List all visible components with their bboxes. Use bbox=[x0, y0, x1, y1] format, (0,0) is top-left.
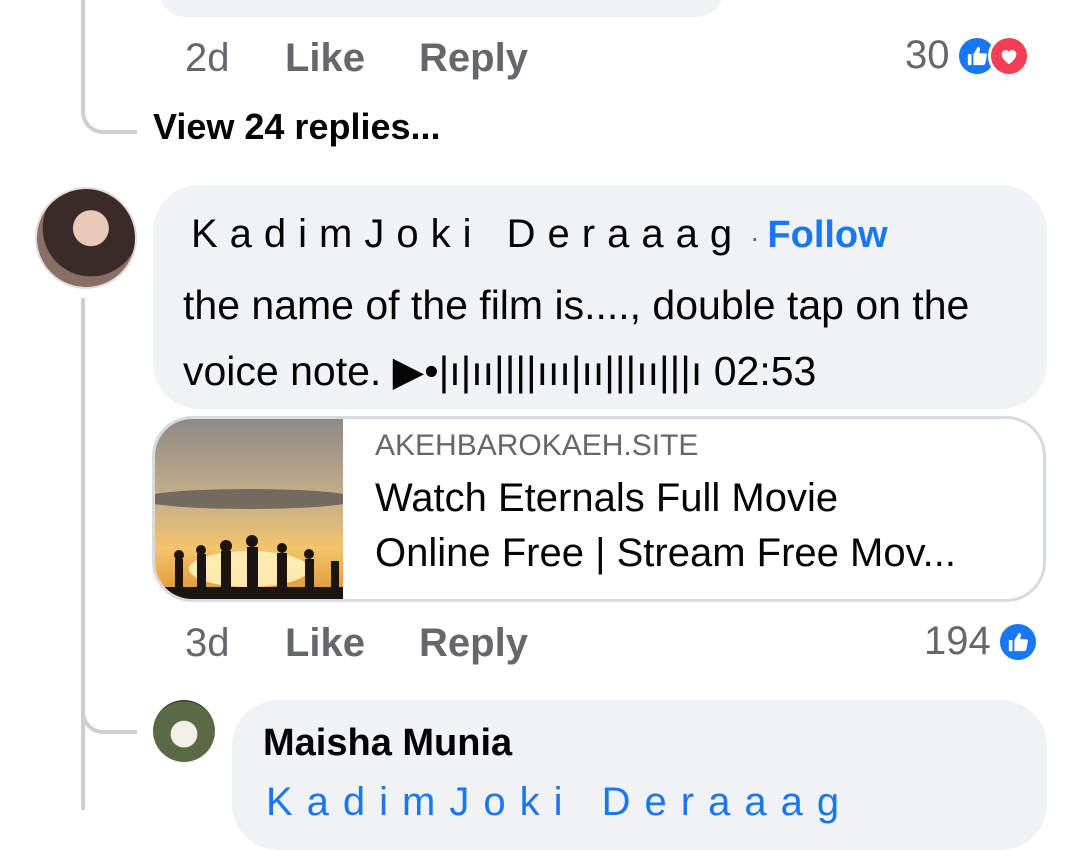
thread-connector-reply bbox=[81, 660, 137, 734]
comment-header: KadimJoki Deraaag · Follow bbox=[191, 212, 888, 257]
previous-comment-bubble bbox=[158, 0, 724, 17]
reply-button[interactable]: Reply bbox=[419, 621, 528, 666]
like-icon bbox=[996, 620, 1039, 663]
avatar[interactable] bbox=[35, 187, 137, 289]
like-button[interactable]: Like bbox=[285, 36, 365, 81]
comment-actions: 3d Like Reply bbox=[185, 621, 582, 666]
follow-button[interactable]: Follow bbox=[767, 214, 887, 257]
reply-avatar[interactable] bbox=[153, 700, 215, 762]
reaction-count: 30 bbox=[905, 33, 950, 77]
link-thumbnail bbox=[155, 419, 359, 599]
view-replies-link[interactable]: View 24 replies... bbox=[153, 106, 441, 148]
reaction-count: 194 bbox=[924, 619, 991, 663]
previous-comment-reactions[interactable]: 30 bbox=[905, 33, 1030, 78]
link-title-line-1: Watch Eternals Full Movie bbox=[375, 476, 839, 520]
love-icon bbox=[987, 34, 1030, 77]
separator-dot: · bbox=[750, 222, 760, 253]
link-title-line-2: Online Free | Stream Free Mov... bbox=[375, 531, 956, 575]
thread-line-comment bbox=[81, 298, 85, 810]
comment-reactions[interactable]: 194 bbox=[924, 619, 1039, 664]
link-preview-card[interactable]: AKEHBAROKAEH.SITE Watch Eternals Full Mo… bbox=[152, 416, 1046, 602]
previous-comment-actions: 2d Like Reply bbox=[185, 36, 582, 81]
comment-author[interactable]: KadimJoki Deraaag bbox=[191, 212, 744, 257]
comment-text: the name of the film is...., double tap … bbox=[183, 282, 970, 394]
reply-button[interactable]: Reply bbox=[419, 36, 528, 81]
reply-mention[interactable]: KadimJoki Deraaag bbox=[266, 780, 853, 825]
thread-connector-top bbox=[81, 60, 137, 134]
reply-author[interactable]: Maisha Munia bbox=[263, 722, 512, 765]
comment-time: 2d bbox=[185, 36, 230, 80]
link-title: Watch Eternals Full Movie Online Free | … bbox=[375, 471, 1025, 581]
comment-time: 3d bbox=[185, 621, 230, 665]
like-button[interactable]: Like bbox=[285, 621, 365, 666]
link-domain: AKEHBAROKAEH.SITE bbox=[375, 429, 699, 462]
